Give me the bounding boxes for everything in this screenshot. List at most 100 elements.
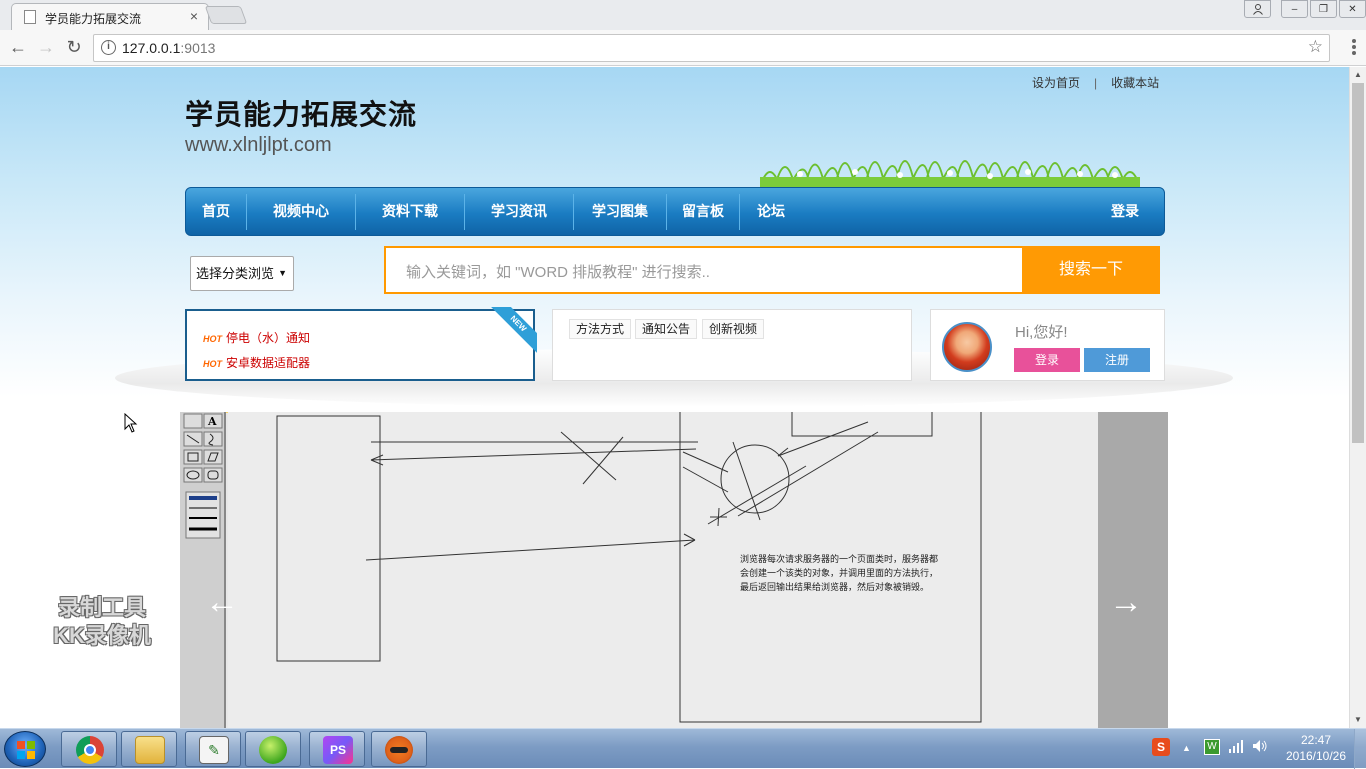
file-explorer-icon <box>135 736 165 764</box>
browser-titlebar: 学员能力拓展交流 × – ❐ ✕ <box>0 0 1366 30</box>
volume-icon[interactable] <box>1252 739 1268 753</box>
address-bar[interactable]: i 127.0.0.1:9013 ☆ <box>93 34 1330 62</box>
nav-item-video-center[interactable]: 视频中心 <box>248 188 354 235</box>
scrollbar-thumb[interactable] <box>1352 83 1364 443</box>
url-text[interactable]: 127.0.0.1:9013 <box>122 40 215 56</box>
reload-button[interactable]: ↻ <box>62 36 86 60</box>
back-button[interactable]: ← <box>6 36 30 60</box>
taskbar-editor[interactable]: ✎ <box>185 731 241 767</box>
tab-announcements[interactable]: 通知公告 <box>635 319 698 339</box>
page-favicon-icon <box>24 10 36 24</box>
avatar <box>942 322 992 372</box>
category-select[interactable]: 选择分类浏览 ▼ <box>190 256 294 291</box>
windows-taskbar: ✎ PS S ▲ W 22:47 2016/10/26 <box>0 728 1366 769</box>
top-links: 设为首页 | 收藏本站 <box>1032 74 1159 91</box>
tab-innovation-videos[interactable]: 创新视频 <box>702 319 765 339</box>
scroll-up-icon[interactable]: ▲ <box>1350 67 1366 83</box>
slide-caption: 浏览器每次请求服务器的一个页面类时，服务器都会创建一个该类的对象，并调用里面的方… <box>740 554 939 592</box>
taskbar-clock[interactable]: 22:47 2016/10/26 <box>1276 732 1356 764</box>
grass-decoration <box>760 160 1140 187</box>
new-tab-button[interactable] <box>204 6 248 24</box>
new-ribbon-label: NEW <box>491 307 537 353</box>
nav-login-link[interactable]: 登录 <box>1094 188 1156 235</box>
nav-item-gallery[interactable]: 学习图集 <box>575 188 665 235</box>
site-title: 学员能力拓展交流 <box>185 99 418 130</box>
ninja-app-icon <box>385 736 413 764</box>
page-scrollbar[interactable]: ▲ ▼ <box>1349 67 1366 728</box>
browser-tab[interactable]: 学员能力拓展交流 × <box>11 3 209 30</box>
search-button[interactable]: 搜索一下 <box>1022 246 1160 294</box>
scroll-down-icon[interactable]: ▼ <box>1350 712 1366 728</box>
site-info-icon[interactable]: i <box>101 40 116 55</box>
close-window-button[interactable]: ✕ <box>1339 0 1366 18</box>
url-host: 127.0.0.1 <box>122 40 181 56</box>
tray-app-icon[interactable]: W <box>1204 739 1220 755</box>
slider-side-bar <box>1098 412 1168 728</box>
nav-item-forum[interactable]: 论坛 <box>741 188 801 235</box>
watermark-line: KK录像机 <box>53 623 151 648</box>
user-profile-icon[interactable] <box>1244 0 1271 18</box>
nav-item-guestbook[interactable]: 留言板 <box>668 188 738 235</box>
network-signal-icon[interactable] <box>1228 739 1244 753</box>
greeting: Hi,您好! <box>1015 324 1068 341</box>
tab-close-icon[interactable]: × <box>190 8 198 24</box>
watermark-line: 录制工具 <box>57 595 146 620</box>
start-button[interactable] <box>4 731 46 767</box>
login-button[interactable]: 登录 <box>1014 348 1080 372</box>
phpstorm-icon: PS <box>323 736 353 764</box>
nav-item-home[interactable]: 首页 <box>186 188 246 235</box>
image-slider: A ← → <box>180 412 1168 728</box>
slider-next-button[interactable]: → <box>1106 582 1146 622</box>
windows-logo-icon <box>17 741 35 759</box>
hot-badge: HOT <box>203 359 222 369</box>
notice-item-label: 安卓数据适配器 <box>226 356 311 370</box>
user-box: Hi,您好! 登录 注册 <box>930 309 1165 381</box>
toplinks-separator: | <box>1094 76 1098 90</box>
taskbar-explorer[interactable] <box>121 731 177 767</box>
clock-date: 2016/10/26 <box>1285 749 1347 763</box>
browser-menu-icon[interactable] <box>1352 39 1356 57</box>
tab-title: 学员能力拓展交流 <box>45 12 142 26</box>
chrome-icon <box>76 736 104 764</box>
notice-item-label: 停电（水）通知 <box>226 331 311 345</box>
forward-button[interactable]: → <box>34 36 58 60</box>
taskbar-chrome[interactable] <box>61 731 117 767</box>
mouse-cursor-icon <box>124 413 138 433</box>
bookmark-star-icon[interactable]: ☆ <box>1308 37 1323 57</box>
nav-item-downloads[interactable]: 资料下载 <box>357 188 463 235</box>
notice-item[interactable]: HOT 安卓数据适配器 <box>203 354 310 371</box>
tab-methods[interactable]: 方法方式 <box>569 319 632 339</box>
slider-prev-button[interactable]: ← <box>202 582 242 622</box>
minimize-button[interactable]: – <box>1281 0 1308 18</box>
tray-expand-icon[interactable]: ▲ <box>1182 743 1191 753</box>
clock-time: 22:47 <box>1300 733 1332 747</box>
bookmark-site-link[interactable]: 收藏本站 <box>1111 76 1159 90</box>
chevron-down-icon: ▼ <box>278 268 287 278</box>
set-homepage-link[interactable]: 设为首页 <box>1032 76 1080 90</box>
slide-drawing <box>276 412 982 723</box>
slide-image <box>228 412 1098 728</box>
taskbar-phpstorm[interactable]: PS <box>309 731 365 767</box>
search-input[interactable]: 输入关键词，如 "WORD 排版教程" 进行搜索.. <box>384 246 1023 294</box>
browser-toolbar: ← → ↻ i 127.0.0.1:9013 ☆ <box>0 30 1366 66</box>
green-app-icon <box>259 736 287 764</box>
show-desktop-button[interactable] <box>1354 729 1366 769</box>
paint-tools-icon: A <box>183 413 223 539</box>
editor-icon: ✎ <box>199 736 229 764</box>
sogou-input-icon[interactable]: S <box>1152 738 1170 756</box>
main-navigation: 首页 视频中心 资料下载 学习资讯 学习图集 留言板 论坛 登录 <box>185 187 1165 236</box>
register-button[interactable]: 注册 <box>1084 348 1150 372</box>
taskbar-ninja-app[interactable] <box>371 731 427 767</box>
recorder-watermark: 录制工具 KK录像机 <box>32 594 172 650</box>
notice-item[interactable]: HOT 停电（水）通知 <box>203 329 310 346</box>
category-tabs-box: 方法方式 通知公告 创新视频 <box>552 309 912 381</box>
restore-button[interactable]: ❐ <box>1310 0 1337 18</box>
search-placeholder: 输入关键词，如 "WORD 排版教程" 进行搜索.. <box>406 264 710 281</box>
new-ribbon: NEW <box>491 307 537 353</box>
paint-toolbox: A <box>180 412 226 728</box>
category-select-value: 选择分类浏览 <box>196 266 275 281</box>
system-tray: S ▲ W 22:47 2016/10/26 <box>1146 729 1366 769</box>
site-url: www.xlnljlpt.com <box>185 134 332 156</box>
taskbar-green-app[interactable] <box>245 731 301 767</box>
nav-item-learning-news[interactable]: 学习资讯 <box>466 188 572 235</box>
